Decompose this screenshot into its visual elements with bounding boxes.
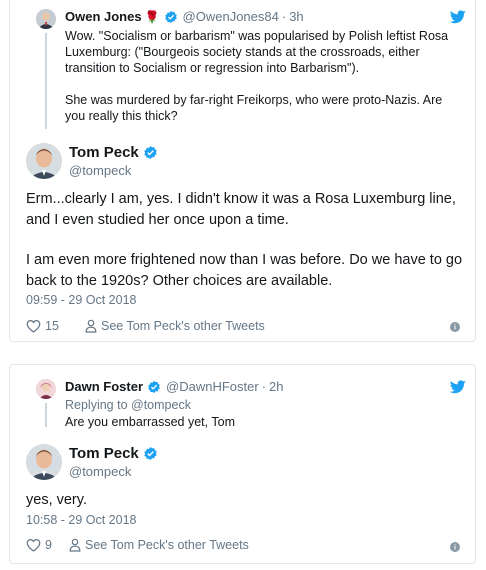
tweet-text: yes, very. [26,492,87,508]
heart-icon [26,538,41,552]
quoted-header: Owen Jones 🌹 @OwenJones84 · 3h [65,9,304,24]
avatar[interactable] [26,444,62,480]
rose-emoji: 🌹 [144,9,160,24]
thread-line [45,33,47,129]
tweet-paragraph: I am even more frightened now than I was… [26,252,463,289]
avatar[interactable] [26,143,62,179]
tweet-paragraph: Erm...clearly I am, yes. I didn't know i… [26,191,456,228]
like-count: 9 [45,538,52,552]
tweet-card: Owen Jones 🌹 @OwenJones84 · 3h Wow. "Soc… [9,0,476,342]
tweet-text: Erm...clearly I am, yes. I didn't know i… [26,189,466,292]
tweet-time[interactable]: 2h [269,379,283,394]
profile-link[interactable]: See Tom Peck's other Tweets [85,319,265,333]
like-count: 15 [45,319,59,333]
verified-badge-icon [144,446,157,461]
verified-badge-icon [144,145,157,160]
author-block: Tom Peck @tompeck [69,445,158,479]
profile-link-label: See Tom Peck's other Tweets [101,319,265,333]
avatar[interactable] [36,9,56,29]
author-name[interactable]: Dawn Foster [65,379,143,394]
author-handle[interactable]: @tompeck [69,163,158,178]
info-icon[interactable] [450,542,460,552]
author-name[interactable]: Tom Peck [69,445,139,462]
quoted-tweet-text: Wow. "Socialism or barbarism" was popula… [65,28,460,124]
dot-separator: · [281,9,287,24]
twitter-bird-icon[interactable] [450,10,466,24]
author-handle[interactable]: @OwenJones84 [183,9,279,24]
heart-icon [26,319,41,333]
tweet-timestamp[interactable]: 09:59 - 29 Oct 2018 [26,293,137,307]
quoted-paragraph: She was murdered by far-right Freikorps,… [65,93,443,123]
dot-separator: · [261,379,267,394]
tweet-timestamp[interactable]: 10:58 - 29 Oct 2018 [26,513,137,527]
profile-link-label: See Tom Peck's other Tweets [85,538,249,552]
person-icon [69,538,81,552]
tweet-card: Dawn Foster @DawnHFoster · 2h Replying t… [9,364,476,564]
thread-line [45,403,47,427]
author-name[interactable]: Owen Jones [65,9,142,24]
twitter-bird-icon[interactable] [450,380,466,394]
replying-to[interactable]: Replying to @tompeck [65,398,191,412]
like-action[interactable]: 9 [26,538,52,552]
author-handle[interactable]: @tompeck [69,464,158,479]
quoted-header: Dawn Foster @DawnHFoster · 2h [65,379,284,394]
avatar[interactable] [36,379,56,399]
verified-badge-icon [164,10,177,23]
profile-link[interactable]: See Tom Peck's other Tweets [69,538,249,552]
quoted-paragraph: Wow. "Socialism or barbarism" was popula… [65,29,449,75]
verified-badge-icon [148,380,160,393]
info-icon[interactable] [450,322,460,332]
like-action[interactable]: 15 [26,319,59,333]
tweet-time[interactable]: 3h [289,9,303,24]
person-icon [85,319,97,333]
quoted-tweet-text: Are you embarrassed yet, Tom [65,415,235,429]
author-name[interactable]: Tom Peck [69,144,139,161]
author-handle[interactable]: @DawnHFoster [166,379,259,394]
author-block: Tom Peck @tompeck [69,144,158,178]
